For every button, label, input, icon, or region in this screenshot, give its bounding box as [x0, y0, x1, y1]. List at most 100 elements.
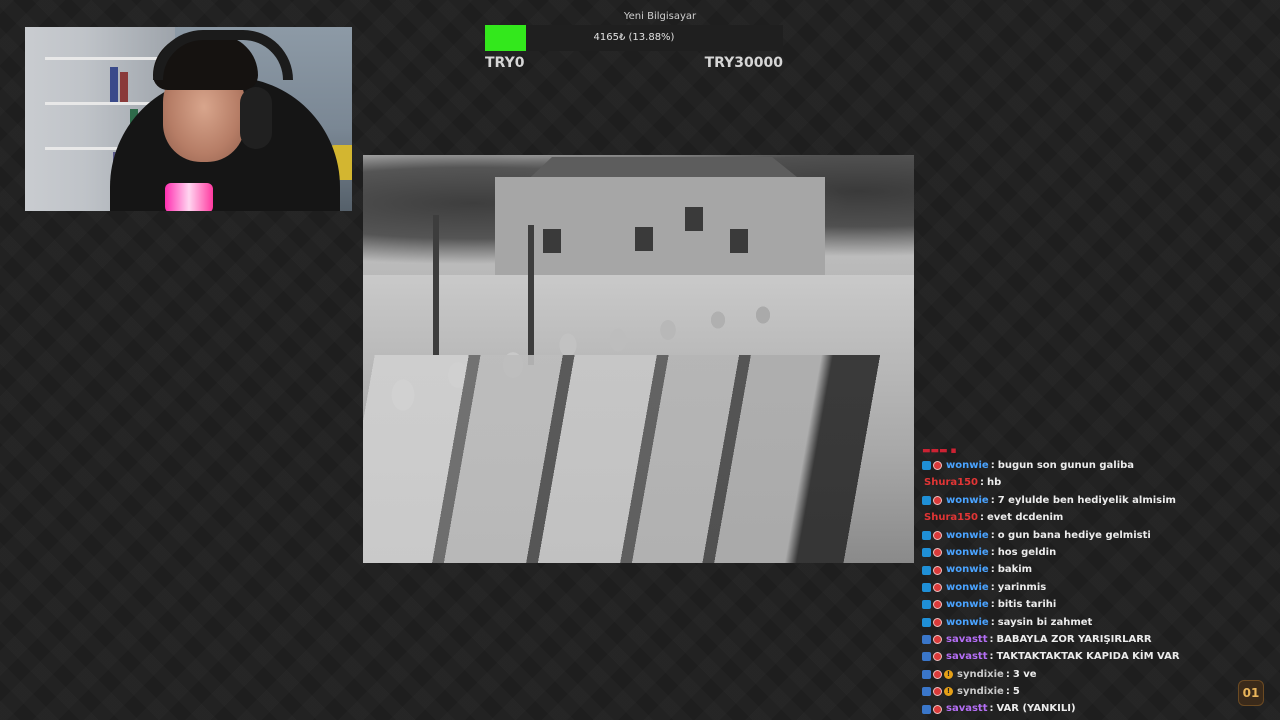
- sub-badge-icon: [933, 582, 942, 592]
- chat-separator: :: [990, 494, 995, 506]
- chat-message: wonwie: bugun son gunun galiba: [922, 457, 1252, 474]
- sub-badge-icon: [933, 635, 942, 645]
- chat-username[interactable]: savastt: [946, 700, 987, 717]
- video-player[interactable]: [363, 155, 914, 563]
- sub-badge-icon: [933, 687, 942, 697]
- mod-badge-icon: [922, 461, 931, 471]
- chat-username[interactable]: wonwie: [946, 457, 989, 474]
- chat-username[interactable]: Shura150: [924, 474, 978, 491]
- chat-username[interactable]: savastt: [946, 648, 987, 665]
- sub-badge-icon: [933, 600, 942, 610]
- webcam-feed: [25, 27, 352, 211]
- sub-badge-icon: [933, 565, 942, 575]
- chat-message-text: VAR (YANKILI): [996, 703, 1076, 715]
- sub-badge-icon: [933, 652, 942, 662]
- chat-cut-off-line: ▬▬▬ ▪: [922, 447, 957, 456]
- goal-title: Yeni Bilgisayar: [623, 11, 697, 22]
- chat-message-text: 7 eylulde ben hediyelik almisim: [997, 494, 1176, 506]
- chat-message-text: BABAYLA ZOR YARIŞIRLARR: [996, 633, 1152, 645]
- chat-message: wonwie: saysin bi zahmet: [922, 614, 1252, 631]
- chat-message-list: wonwie: bugun son gunun galiba Shura150: hb…: [922, 457, 1252, 718]
- chat-username[interactable]: wonwie: [946, 596, 989, 613]
- chat-separator: :: [990, 460, 995, 471]
- chat-separator: :: [990, 564, 995, 576]
- chat-username[interactable]: wonwie: [946, 527, 989, 544]
- chat-message-text: bugun son gunun galiba: [997, 460, 1135, 471]
- chat-message: savastt: TAKTAKTAKTAK KAPIDA KİM VAR: [922, 648, 1252, 665]
- chat-message-text: yarinmis: [997, 581, 1047, 593]
- goal-max-label: TRY30000: [704, 55, 783, 71]
- chat-username[interactable]: wonwie: [946, 561, 989, 578]
- chat-separator: :: [990, 581, 995, 593]
- chat-username[interactable]: syndixie: [957, 683, 1004, 700]
- chat-message: wonwie: bitis tarihi: [922, 596, 1252, 613]
- chat-message: savastt: BABAYLA ZOR YARIŞIRLARR: [922, 631, 1252, 648]
- mod-badge-icon: [922, 495, 931, 505]
- sub-badge-icon: [933, 548, 942, 558]
- chat-message-text: 3 ve: [1012, 668, 1037, 680]
- chat-username[interactable]: Shura150: [924, 509, 978, 526]
- chat-message-text: TAKTAKTAKTAK KAPIDA KİM VAR: [996, 651, 1180, 663]
- sub-badge-icon: [933, 669, 942, 679]
- chat-message-text: bitis tarihi: [997, 599, 1057, 611]
- vip-badge-icon: [922, 704, 931, 714]
- chat-separator: :: [980, 512, 984, 524]
- gold-badge-icon: !: [944, 669, 953, 679]
- chat-message-text: hb: [987, 477, 1002, 489]
- chat-message: Shura150: hb: [922, 474, 1252, 491]
- chat-message: wonwie: o gun bana hediye gelmisti: [922, 527, 1252, 544]
- chat-message-text: bakim: [997, 564, 1033, 576]
- donation-goal-widget: Yeni Bilgisayar 4165₺ (13.88%) TRY0 TRY3…: [485, 10, 783, 71]
- mod-badge-icon: [922, 617, 931, 627]
- sub-badge-icon: [933, 495, 942, 505]
- sub-badge-icon: [933, 617, 942, 627]
- chat-separator: :: [980, 477, 984, 489]
- chat-username[interactable]: wonwie: [946, 544, 989, 561]
- goal-limits: TRY0 TRY30000: [485, 55, 783, 71]
- vip-badge-icon: [922, 635, 931, 645]
- chat-panel: ▬▬▬ ▪ wonwie: bugun son gunun galiba Shura…: [922, 447, 1252, 720]
- mod-badge-icon: [922, 565, 931, 575]
- chat-separator: :: [990, 616, 995, 628]
- chat-username[interactable]: syndixie: [957, 666, 1004, 683]
- chat-username[interactable]: wonwie: [946, 614, 989, 631]
- goal-amount: 4165₺ (13.88%): [593, 32, 675, 43]
- chat-message-text: hos geldin: [997, 546, 1057, 558]
- chat-message-text: saysin bi zahmet: [997, 616, 1093, 628]
- sub-badge-icon: [933, 704, 942, 714]
- sub-badge-icon: [933, 461, 942, 471]
- chat-message: ! syndixie:3 ve: [922, 666, 1252, 683]
- chat-separator: :: [990, 529, 995, 541]
- vip-badge-icon: [922, 669, 931, 679]
- chat-separator: :: [989, 703, 994, 715]
- mod-badge-icon: [922, 530, 931, 540]
- goal-min-label: TRY0: [485, 55, 525, 71]
- chat-separator: :: [989, 651, 994, 663]
- chat-message: wonwie: hos geldin: [922, 544, 1252, 561]
- channel-logo: 01: [1238, 680, 1264, 706]
- chat-message-text: o gun bana hediye gelmisti: [997, 529, 1151, 541]
- goal-progress-bar: 4165₺ (13.88%): [485, 25, 783, 51]
- chat-username[interactable]: wonwie: [946, 492, 989, 509]
- chat-message: savastt: VAR (YANKILI): [922, 700, 1252, 717]
- chat-message-text: evet dcdenim: [987, 512, 1064, 524]
- mod-badge-icon: [922, 582, 931, 592]
- mod-badge-icon: [922, 600, 931, 610]
- chat-message: Shura150: evet dcdenim: [922, 509, 1252, 526]
- sub-badge-icon: [933, 530, 942, 540]
- vip-badge-icon: [922, 652, 931, 662]
- chat-message: wonwie: bakim: [922, 561, 1252, 578]
- chat-separator: :: [990, 599, 995, 611]
- chat-separator: :: [1005, 668, 1010, 680]
- chat-separator: :: [989, 633, 994, 645]
- chat-message-text: 5: [1012, 686, 1020, 698]
- chat-separator: :: [1005, 686, 1010, 698]
- gold-badge-icon: !: [944, 687, 953, 697]
- vip-badge-icon: [922, 687, 931, 697]
- chat-message: wonwie:7 eylulde ben hediyelik almisim: [922, 492, 1252, 509]
- chat-username[interactable]: wonwie: [946, 579, 989, 596]
- chat-message: ! syndixie:5: [922, 683, 1252, 700]
- chat-username[interactable]: savastt: [946, 631, 987, 648]
- chat-message: wonwie: yarinmis: [922, 579, 1252, 596]
- mod-badge-icon: [922, 548, 931, 558]
